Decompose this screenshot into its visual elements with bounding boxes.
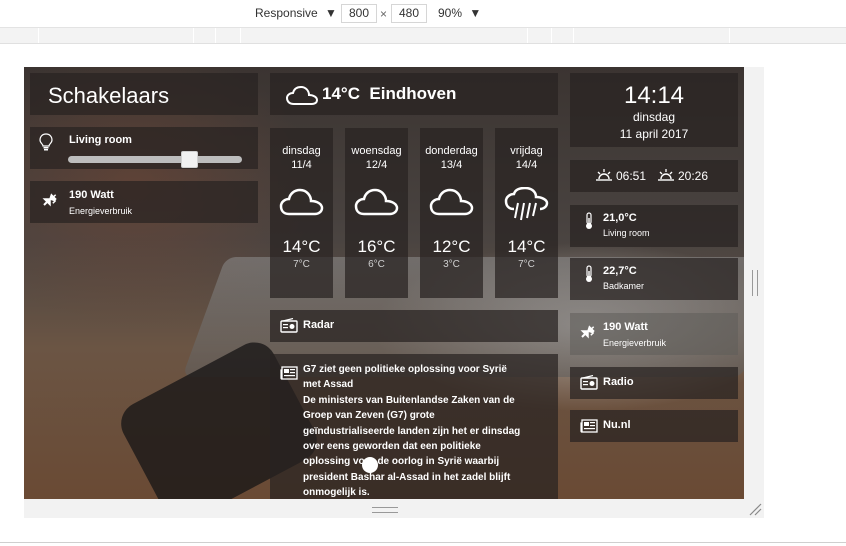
forecast-day-name: donderdag: [425, 145, 478, 157]
touch-indicator: [362, 457, 378, 473]
forecast-day-2: woensdag 12/4 16°C 6°C: [345, 128, 408, 298]
forecast-high: 16°C: [357, 237, 396, 256]
resize-corner-icon[interactable]: [748, 502, 762, 516]
dashboard-viewport: Schakelaars Living room 190 Watt Energie…: [24, 67, 744, 499]
temp-value: 21,0°C: [603, 212, 637, 224]
sunrise-icon: [596, 169, 612, 181]
plug-icon: [580, 325, 595, 339]
living-room-dimmer[interactable]: Living room: [30, 127, 258, 169]
forecast-low: 3°C: [443, 259, 460, 270]
cloud-icon: [286, 85, 319, 105]
power-sub: Energieverbruik: [69, 206, 133, 216]
power-value: 190 Watt: [603, 321, 648, 333]
height-input[interactable]: 480: [391, 4, 427, 23]
newspaper-icon: [280, 366, 298, 380]
weather-header: 14°C Eindhoven: [270, 73, 558, 115]
zoom-select[interactable]: 90% ▼: [438, 6, 481, 20]
news-headline: G7 ziet geen politieke oplossing voor Sy…: [303, 364, 507, 391]
power-tile-left[interactable]: 190 Watt Energieverbruik: [30, 181, 258, 223]
rain-icon: [504, 187, 548, 221]
forecast-day-4: vrijdag 14/4 14°C 7°C: [495, 128, 558, 298]
lightbulb-icon: [39, 133, 53, 151]
width-input[interactable]: 800: [341, 4, 377, 23]
radio-tile[interactable]: Radio: [570, 367, 738, 399]
forecast-day-name: vrijdag: [510, 145, 543, 157]
radar-label: Radar: [303, 319, 335, 331]
resize-handle-bottom[interactable]: [372, 507, 398, 513]
sunset-time: 20:26: [678, 169, 709, 183]
clock-date: 11 april 2017: [619, 127, 689, 141]
device-stage: Schakelaars Living room 190 Watt Energie…: [0, 44, 846, 546]
resize-handle-right[interactable]: [752, 270, 758, 296]
clock-time: 14:14: [623, 82, 685, 109]
news-body: De ministers van Buitenlandse Zaken van …: [303, 394, 521, 499]
device-label: Responsive: [255, 6, 318, 20]
plug-icon: [42, 193, 57, 207]
radar-tile[interactable]: Radar: [270, 310, 558, 342]
bottom-divider: [0, 542, 846, 543]
nunl-label: Nu.nl: [603, 419, 631, 431]
news-tile[interactable]: G7 ziet geen politieke oplossing voor Sy…: [270, 354, 558, 499]
temp-label: Living room: [603, 228, 650, 238]
sun-tile: 06:51 20:26: [570, 160, 738, 192]
forecast-day-date: 12/4: [365, 159, 388, 171]
switches-header: Schakelaars: [30, 73, 258, 115]
temp-label: Badkamer: [603, 281, 645, 291]
radio-icon: [280, 318, 298, 333]
weather-header-text: 14°C Eindhoven: [322, 84, 457, 103]
cloud-icon: [429, 188, 473, 216]
temp-tile-bathroom[interactable]: 22,7°C Badkamer: [570, 258, 738, 300]
forecast-day-date: 14/4: [515, 159, 538, 171]
device-select[interactable]: Responsive ▼: [255, 6, 337, 20]
dimmer-slider-track[interactable]: [68, 156, 242, 163]
living-room-label: Living room: [69, 134, 132, 146]
devtools-toolbar: Responsive ▼ 800 × 480 90% ▼: [0, 0, 846, 28]
chevron-down-icon: ▼: [469, 6, 482, 20]
clock-day: dinsdag: [632, 110, 676, 124]
clock-tile: 14:14 dinsdag 11 april 2017: [570, 73, 738, 147]
zoom-label: 90%: [438, 6, 463, 20]
forecast-low: 7°C: [293, 259, 310, 270]
media-query-ruler[interactable]: [0, 28, 846, 44]
sunrise-time: 06:51: [616, 169, 647, 183]
newspaper-icon: [580, 419, 598, 433]
temp-tile-living-room[interactable]: 21,0°C Living room: [570, 205, 738, 247]
forecast-day-name: woensdag: [351, 145, 402, 157]
cloud-icon: [279, 188, 323, 216]
radio-label: Radio: [603, 376, 634, 388]
thermometer-icon: [586, 265, 592, 282]
cloud-icon: [354, 188, 398, 216]
forecast-day-date: 11/4: [291, 159, 312, 171]
power-value: 190 Watt: [69, 189, 114, 201]
forecast-low: 7°C: [518, 259, 535, 270]
forecast-day-date: 13/4: [440, 159, 463, 171]
switches-title: Schakelaars: [48, 83, 170, 108]
sunset-icon: [658, 169, 674, 181]
forecast-high: 14°C: [282, 237, 321, 256]
forecast-day-name: dinsdag: [282, 145, 321, 157]
forecast-high: 12°C: [432, 237, 471, 256]
chevron-down-icon: ▼: [325, 6, 337, 20]
power-tile-right[interactable]: 190 Watt Energieverbruik: [570, 313, 738, 355]
power-sub: Energieverbruik: [603, 338, 667, 348]
radio-icon: [580, 375, 598, 390]
news-article: G7 ziet geen politieke oplossing voor Sy…: [303, 362, 523, 499]
dimension-separator: ×: [380, 7, 388, 21]
forecast-low: 6°C: [368, 259, 385, 270]
forecast-day-1: dinsdag 11/4 14°C 7°C: [270, 128, 333, 298]
thermometer-icon: [586, 212, 592, 229]
nunl-tile[interactable]: Nu.nl: [570, 410, 738, 442]
forecast-day-3: donderdag 13/4 12°C 3°C: [420, 128, 483, 298]
forecast-high: 14°C: [507, 237, 546, 256]
temp-value: 22,7°C: [603, 265, 637, 277]
dimmer-slider-thumb[interactable]: [181, 151, 199, 168]
